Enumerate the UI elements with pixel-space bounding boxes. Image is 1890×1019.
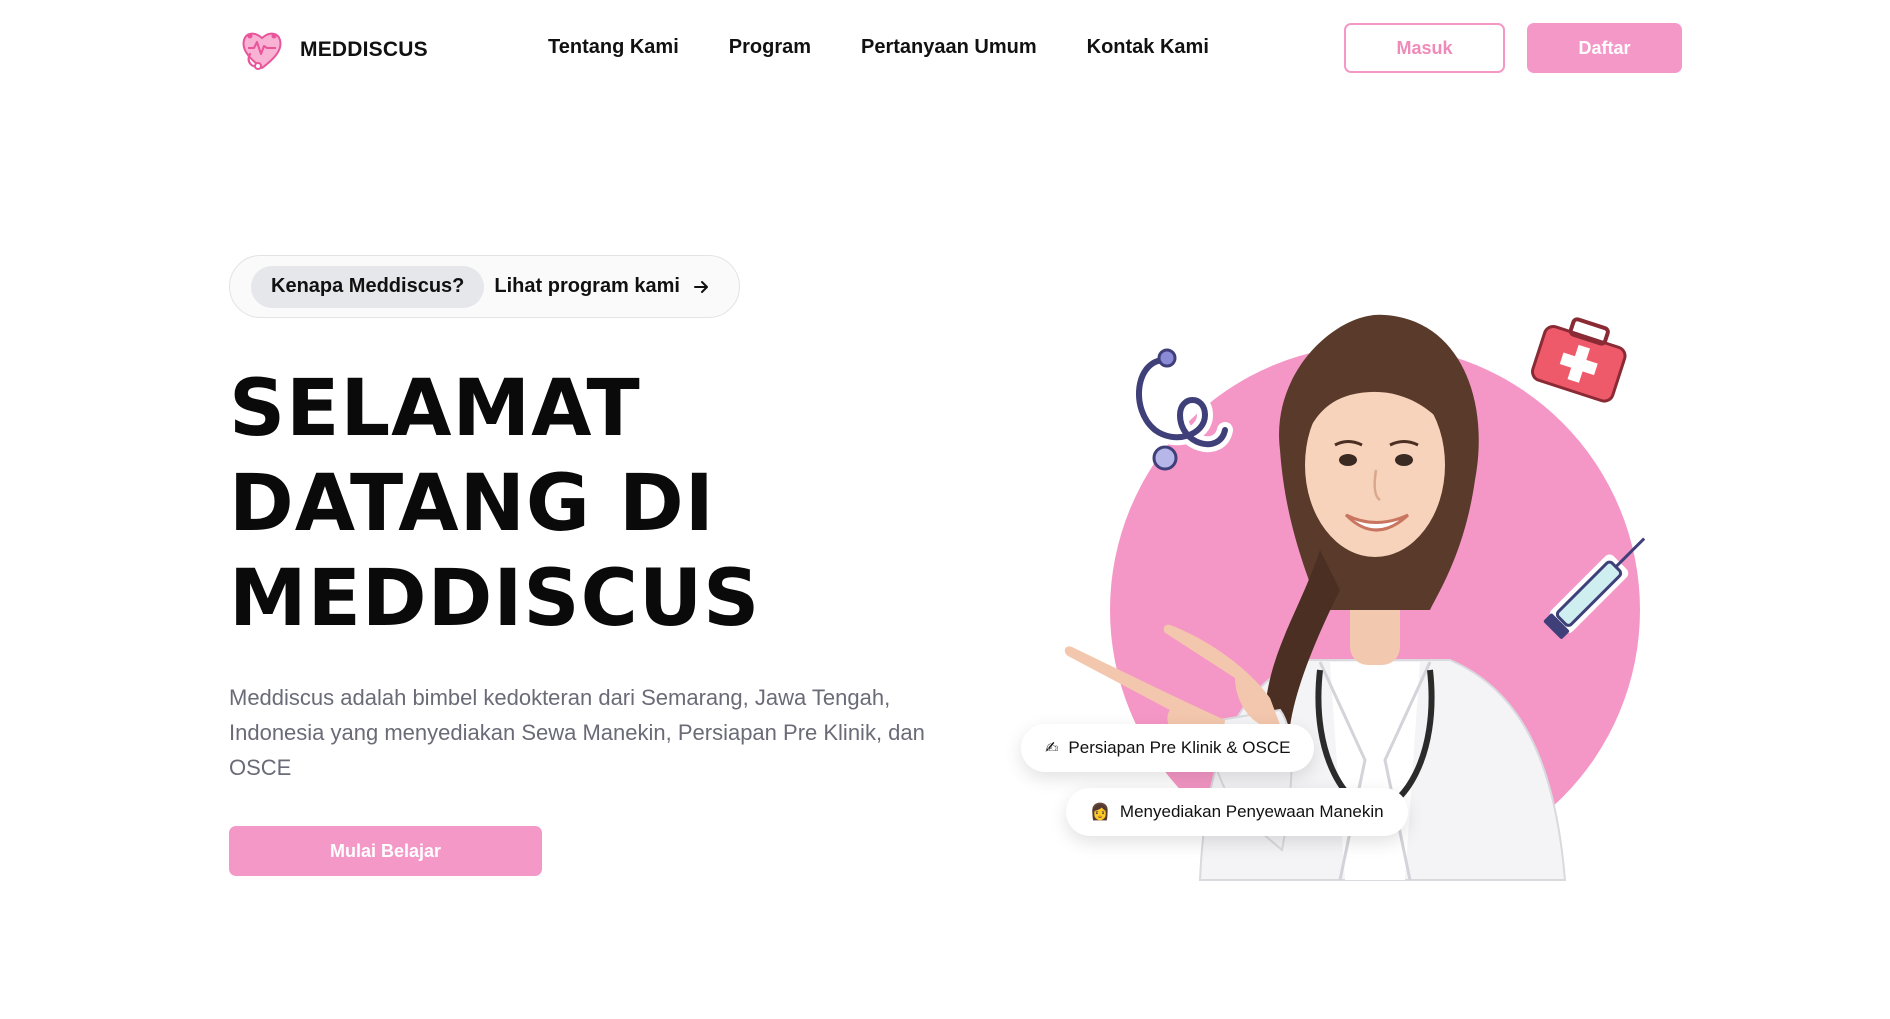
badge-manekin: 👩 Menyediakan Penyewaan Manekin [1066, 788, 1408, 836]
brand-name: MEDDISCUS [300, 38, 428, 61]
badge-manekin-label: Menyediakan Penyewaan Manekin [1119, 802, 1384, 821]
see-programs-label: Lihat program kami [494, 275, 680, 297]
hero-title: SELAMAT DATANG DI MEDDISCUS [229, 362, 949, 647]
hero-title-line-2: DATANG DI [229, 459, 715, 549]
nav-link-program[interactable]: Program [729, 36, 811, 59]
badge-preklinik-osce-label: Persiapan Pre Klinik & OSCE [1068, 738, 1291, 757]
writing-hand-icon: ✍ [1045, 740, 1059, 757]
login-button[interactable]: Masuk [1344, 23, 1505, 73]
nav-link-tentang-kami[interactable]: Tentang Kami [548, 36, 679, 59]
badge-preklinik-osce: ✍ Persiapan Pre Klinik & OSCE [1021, 724, 1315, 772]
register-button[interactable]: Daftar [1527, 23, 1682, 73]
stethoscope-heart-logo-icon [242, 32, 282, 70]
navbar: MEDDISCUS Tentang Kami Program Pertanyaa… [0, 0, 1890, 98]
brand-logo-link[interactable]: MEDDISCUS [236, 24, 428, 76]
doctor-icon: 👩 [1090, 804, 1110, 821]
hero-pill: Kenapa Meddiscus? Lihat program kami [229, 255, 740, 318]
first-aid-kit-sticker-icon [1526, 317, 1632, 406]
hero-title-line-3: MEDDISCUS [229, 554, 761, 644]
see-programs-link[interactable]: Lihat program kami [494, 275, 710, 298]
nav-link-pertanyaan-umum[interactable]: Pertanyaan Umum [861, 36, 1037, 59]
start-learning-button[interactable]: Mulai Belajar [229, 826, 542, 876]
hero-title-line-1: SELAMAT [229, 364, 641, 454]
main-nav: Tentang Kami Program Pertanyaan Umum Kon… [548, 36, 1209, 59]
hero-description: Meddiscus adalah bimbel kedokteran dari … [229, 685, 925, 780]
arrow-right-icon [694, 280, 708, 293]
nav-link-kontak-kami[interactable]: Kontak Kami [1087, 36, 1209, 59]
why-meddiscus-tag[interactable]: Kenapa Meddiscus? [251, 265, 485, 308]
